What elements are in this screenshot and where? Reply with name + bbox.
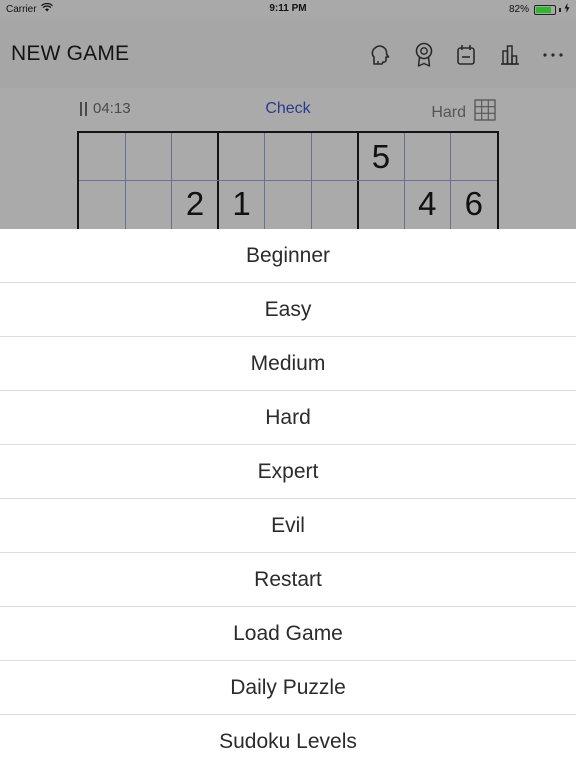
- grid-icon: [474, 99, 496, 126]
- menu-item-beginner[interactable]: Beginner: [0, 229, 576, 283]
- sudoku-cell[interactable]: [451, 133, 497, 180]
- grid-line: [217, 133, 220, 229]
- sudoku-cell[interactable]: [311, 180, 357, 227]
- sudoku-cell[interactable]: [79, 180, 125, 227]
- grid-line: [79, 180, 497, 181]
- difficulty-label: Hard: [431, 103, 466, 121]
- hint-icon[interactable]: [367, 42, 393, 68]
- charging-icon: [564, 3, 570, 16]
- status-right: 82%: [509, 3, 570, 16]
- sudoku-cell[interactable]: [218, 133, 264, 180]
- grid-line: [356, 133, 359, 229]
- menu-item-hard[interactable]: Hard: [0, 391, 576, 445]
- menu-item-daily-puzzle[interactable]: Daily Puzzle: [0, 661, 576, 715]
- battery-fill: [536, 6, 551, 13]
- sudoku-cell[interactable]: [404, 133, 450, 180]
- stats-icon[interactable]: [497, 42, 523, 68]
- sudoku-cell[interactable]: [265, 133, 311, 180]
- menu-item-evil[interactable]: Evil: [0, 499, 576, 553]
- sudoku-cell[interactable]: [125, 133, 171, 180]
- game-toolbar: 04:13 Check Hard: [0, 88, 576, 130]
- battery-tip: [559, 7, 561, 12]
- menu-item-medium[interactable]: Medium: [0, 337, 576, 391]
- grid-line: [310, 133, 312, 229]
- grid-line: [124, 133, 126, 229]
- sudoku-cell[interactable]: [125, 180, 171, 227]
- sudoku-cell[interactable]: [172, 133, 218, 180]
- battery-percent: 82%: [508, 4, 529, 15]
- sudoku-cell[interactable]: 4: [404, 180, 450, 227]
- menu-item-load-game[interactable]: Load Game: [0, 607, 576, 661]
- check-label: Check: [265, 100, 311, 117]
- award-icon[interactable]: [411, 42, 437, 68]
- status-bar: Carrier 9:11 PM 82%: [0, 0, 576, 18]
- difficulty-button[interactable]: Hard: [431, 99, 496, 126]
- status-time: 9:11 PM: [269, 3, 307, 14]
- battery-icon: [534, 4, 556, 15]
- menu-item-restart[interactable]: Restart: [0, 553, 576, 607]
- grid-line: [171, 133, 173, 229]
- sudoku-cell[interactable]: [265, 180, 311, 227]
- more-icon[interactable]: [540, 42, 566, 68]
- sudoku-cell[interactable]: 2: [172, 180, 218, 227]
- sudoku-cell[interactable]: 6: [451, 180, 497, 227]
- calendar-icon[interactable]: [453, 42, 479, 68]
- sudoku-board: 5 21 46: [77, 131, 499, 229]
- menu-item-easy[interactable]: Easy: [0, 283, 576, 337]
- new-game-button[interactable]: NEW GAME: [11, 42, 129, 66]
- menu-item-expert[interactable]: Expert: [0, 445, 576, 499]
- difficulty-menu: Beginner Easy Medium Hard Expert Evil Restart L…: [0, 229, 576, 768]
- menu-item-sudoku-levels[interactable]: Sudoku Levels: [0, 715, 576, 768]
- grid-line: [403, 133, 405, 229]
- sudoku-cell[interactable]: [311, 133, 357, 180]
- grid-line: [264, 133, 266, 229]
- sudoku-cell[interactable]: 5: [358, 133, 404, 180]
- grid-line: [450, 133, 452, 229]
- sudoku-cell[interactable]: [358, 180, 404, 227]
- sudoku-cell[interactable]: 1: [218, 180, 264, 227]
- sudoku-cell[interactable]: [79, 133, 125, 180]
- nav-bar: NEW GAME: [0, 18, 576, 88]
